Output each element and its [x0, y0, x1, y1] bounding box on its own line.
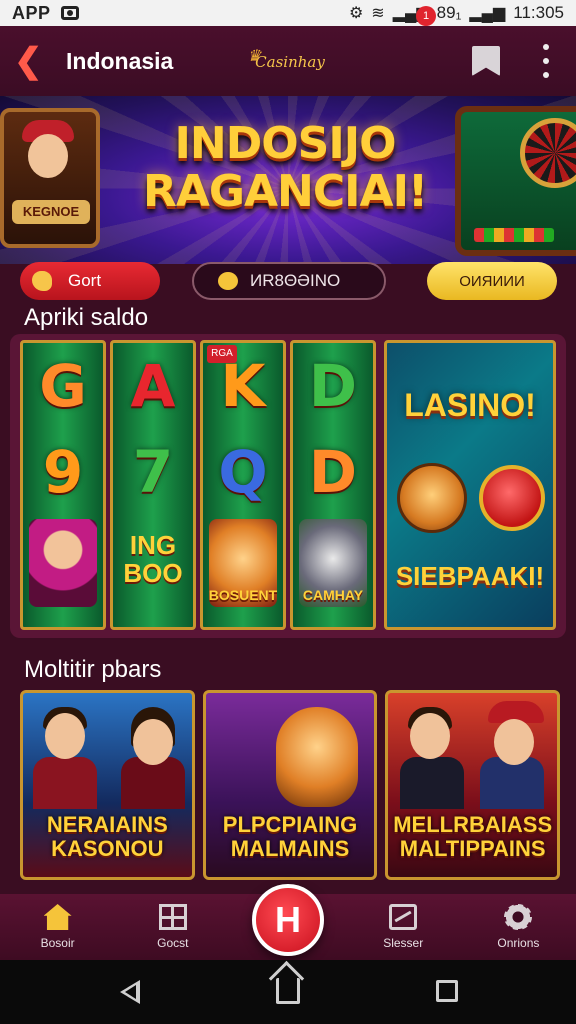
crown-icon: ♛ [247, 46, 262, 65]
chip-gold-label: ОИЯИИИ [459, 272, 525, 290]
status-app-label: APP [12, 2, 51, 23]
game-card-2-line2: MALMAINS [230, 836, 350, 861]
game-card-1[interactable]: NERAIAINS KASONOU [20, 690, 195, 880]
chip-gort-label: Gort [68, 271, 102, 290]
reel-1-character-image [29, 519, 97, 607]
game-card-2-line1: PLPCPIAING [222, 812, 358, 837]
reel-4-art-label: CAMHAY [302, 587, 364, 603]
reel-3-tiger-image: BOSUENT [209, 519, 277, 607]
coin-icon [218, 272, 238, 290]
reel-4-mid-symbol: D [308, 438, 358, 506]
status-bar: APP ⚙ ≋ ▂▄▆ 89₁ ▂▄▆ 11:305 [0, 0, 576, 26]
chip-casino[interactable]: ИR8ΘƏINO [192, 262, 386, 300]
more-options-icon[interactable] [540, 44, 552, 78]
lasino-title: LASINO! [404, 387, 536, 423]
reel-3-mid-symbol: Q [218, 438, 268, 506]
reel-3-art-label: BOSUENT [208, 587, 278, 603]
nav-item-slesser[interactable]: Slesser [346, 894, 461, 960]
red-ball-symbol-icon [479, 465, 545, 531]
grid-icon [158, 904, 187, 930]
dealer-face [28, 134, 68, 178]
game-card-2-title: PLPCPIAING MALMAINS [206, 813, 375, 861]
gear-icon [504, 904, 533, 930]
app-bar: ❮ Indonasia ♛ Casinhay [0, 26, 576, 96]
chip-gold[interactable]: ОИЯИИИ [427, 262, 557, 300]
game-card-1-title: NERAIAINS KASONOU [23, 813, 192, 861]
brand-logo-text: Casinhay [255, 53, 325, 71]
slot-reel-3[interactable]: RGA K Q BOSUENT [200, 340, 286, 630]
hero-title-line2: RAGANCIAI! [142, 166, 428, 217]
reel-4-wolf-image: CAMHAY [299, 519, 367, 607]
slot-panel: G 9 A 7 ING BOO RGA K Q BOSUENT D D CAMH… [10, 334, 566, 638]
multiplayer-cards: NERAIAINS KASONOU PLPCPIAING MALMAINS ME… [20, 690, 561, 880]
reel-3-badge: RGA [207, 345, 237, 363]
status-time: 11:305 [513, 3, 564, 22]
game-card-1-line1: NERAIAINS [46, 812, 168, 837]
status-signal-text: 89₁ [436, 3, 462, 22]
fire-icon [32, 271, 52, 291]
chart-icon [389, 904, 418, 930]
game-card-3-title: MELLRBAIASS MALTIPPAINS [388, 813, 557, 861]
game-card-2[interactable]: PLPCPIAING MALMAINS [202, 690, 378, 880]
bookmark-icon[interactable] [472, 46, 500, 76]
casino-chips [474, 228, 554, 242]
alarm-icon: ⚙ [348, 5, 364, 22]
lasino-footer: SIEBPAAKI! [395, 561, 545, 591]
reel-4-top-symbol: D [308, 352, 358, 420]
game-card-3[interactable]: MELLRBAIASS MALTIPPAINS [385, 690, 561, 880]
player-3-body [400, 757, 465, 809]
hero-title-line1: INDOSIJO [174, 118, 397, 169]
notification-badge: 1 [416, 6, 436, 26]
nav-item-grid[interactable]: Gocst [115, 894, 230, 960]
back-arrow-icon[interactable]: ❮ [14, 43, 50, 79]
player-2-head [133, 719, 173, 765]
home-outline-icon[interactable] [276, 978, 300, 1004]
game-card-3-line2: MALTIPPAINS [399, 836, 546, 861]
signal-bars-icon: ▂▄▆ [469, 5, 506, 22]
section-title-slots: Apriki saldo [24, 304, 149, 331]
back-triangle-icon[interactable] [120, 980, 140, 1004]
nav-grid-label: Gocst [157, 936, 189, 950]
nav-item-options[interactable]: Onrions [461, 894, 576, 960]
nav-slesser-label: Slesser [383, 936, 424, 950]
reel-2-bottom-text: ING BOO [123, 530, 183, 588]
tiger-image [275, 707, 358, 807]
chip-gort[interactable]: Gort [20, 262, 160, 300]
nav-home-label: Bosoir [40, 936, 75, 950]
reel-1-mid-symbol: 9 [42, 438, 84, 506]
slot-reels[interactable]: G 9 A 7 ING BOO RGA K Q BOSUENT D D CAMH… [20, 340, 376, 630]
slot-reel-4[interactable]: D D CAMHAY [290, 340, 376, 630]
status-right: ⚙ ≋ ▂▄▆ 89₁ ▂▄▆ 11:305 [349, 3, 564, 23]
reel-2-mid-symbol: 7 [132, 438, 174, 506]
lasino-game-tile[interactable]: LASINO! SIEBPAAKI! [384, 340, 556, 630]
player-1-body [33, 757, 97, 809]
section-title-multiplayer: Moltitir pbars [24, 656, 162, 683]
game-card-3-line1: MELLRBAIASS [393, 812, 553, 837]
reel-1-top-symbol: G [39, 352, 87, 420]
hero-banner[interactable]: KEGNOE INDOSIJO RAGANCIAI! [0, 96, 576, 264]
reel-2-top-symbol: A [130, 352, 176, 420]
dealer-plate: KEGNOE [12, 200, 90, 224]
nav-item-home[interactable]: Bosoir [0, 894, 115, 960]
game-card-1-line2: KASONOU [51, 836, 164, 861]
brand-logo: ♛ Casinhay [245, 46, 335, 78]
chip-casino-label: ИR8ΘƏINO [250, 271, 341, 290]
hero-title: INDOSIJO RAGANCIAI! [130, 120, 440, 216]
page-title: Indonasia [66, 47, 174, 74]
system-nav-bar [0, 960, 576, 1024]
app-notification-icon [60, 6, 79, 20]
slot-reel-2[interactable]: A 7 ING BOO [110, 340, 196, 630]
filter-chip-row: Gort ИR8ΘƏINO ОИЯИИИ [0, 258, 576, 308]
center-h-button[interactable]: H [252, 884, 324, 956]
slot-reel-1[interactable]: G 9 [20, 340, 106, 630]
tiger-symbol-icon [397, 463, 467, 533]
player-3-head [410, 713, 451, 759]
hero-dealer-image: KEGNOE [0, 108, 100, 248]
recents-square-icon[interactable] [436, 980, 458, 1002]
wifi-icon: ≋ [371, 5, 385, 22]
nav-options-label: Onrions [497, 936, 540, 950]
home-icon [43, 904, 72, 930]
player-1-head [45, 713, 85, 759]
